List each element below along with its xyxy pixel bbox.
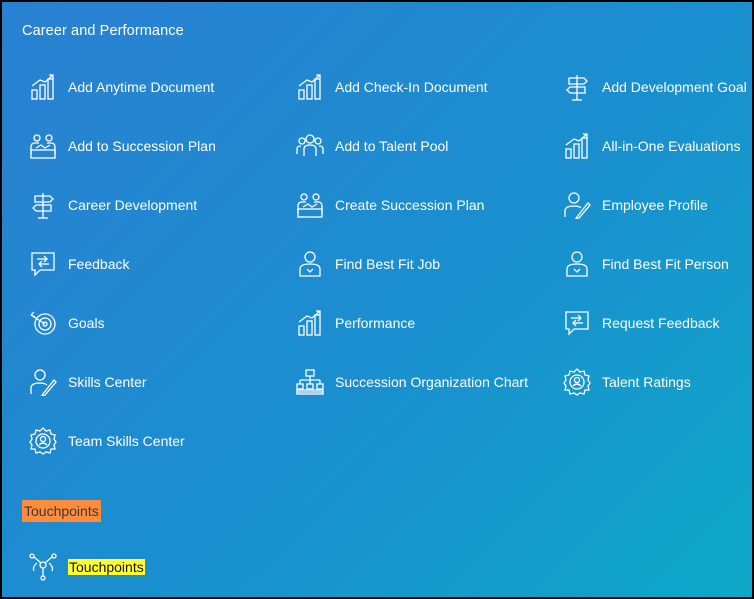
career-performance-panel: Career and Performance Add Anytime Docum…: [0, 0, 754, 599]
item-label: Request Feedback: [602, 315, 720, 331]
team-skills-center-link[interactable]: Team Skills Center: [29, 424, 185, 458]
handshake-icon: [29, 132, 57, 160]
person-pen-icon: [29, 368, 57, 396]
goals-link[interactable]: Goals: [29, 306, 105, 340]
item-label: Succession Organization Chart: [335, 374, 528, 390]
person-badge-icon: [563, 250, 591, 278]
find-best-fit-person-link[interactable]: Find Best Fit Person: [563, 247, 729, 281]
talent-ratings-link[interactable]: Talent Ratings: [563, 365, 691, 399]
employee-profile-link[interactable]: Employee Profile: [563, 188, 708, 222]
find-best-fit-job-link[interactable]: Find Best Fit Job: [296, 247, 440, 281]
item-label: Talent Ratings: [602, 374, 691, 390]
touchpoints-link[interactable]: Touchpoints: [29, 550, 145, 584]
target-icon: [29, 309, 57, 337]
bar-chart-icon: [563, 132, 591, 160]
bar-chart-icon: [29, 73, 57, 101]
badge-gear-icon: [29, 427, 57, 455]
add-to-talent-pool-link[interactable]: Add to Talent Pool: [296, 129, 448, 163]
skills-center-link[interactable]: Skills Center: [29, 365, 147, 399]
item-label: Add Check-In Document: [335, 79, 488, 95]
item-label: Feedback: [68, 256, 130, 272]
item-label: Touchpoints: [68, 559, 145, 575]
item-label: Add to Succession Plan: [68, 138, 216, 154]
item-label: Find Best Fit Person: [602, 256, 729, 272]
career-development-link[interactable]: Career Development: [29, 188, 197, 222]
item-label: Add Development Goal: [602, 79, 747, 95]
feedback-icon: [29, 250, 57, 278]
item-label: Add Anytime Document: [68, 79, 215, 95]
item-label: Team Skills Center: [68, 433, 185, 449]
add-anytime-document-link[interactable]: Add Anytime Document: [29, 70, 214, 104]
add-development-goal-link[interactable]: Add Development Goal: [563, 70, 747, 104]
touchpoints-heading: Touchpoints: [22, 500, 101, 522]
network-icon: [29, 553, 57, 581]
feedback-link[interactable]: Feedback: [29, 247, 129, 281]
all-in-one-evaluations-link[interactable]: All-in-One Evaluations: [563, 129, 741, 163]
request-feedback-link[interactable]: Request Feedback: [563, 306, 720, 340]
create-succession-plan-link[interactable]: Create Succession Plan: [296, 188, 484, 222]
item-label: Employee Profile: [602, 197, 708, 213]
group-icon: [296, 132, 324, 160]
performance-link[interactable]: Performance: [296, 306, 415, 340]
add-check-in-document-link[interactable]: Add Check-In Document: [296, 70, 488, 104]
badge-gear-icon: [563, 368, 591, 396]
person-pen-icon: [563, 191, 591, 219]
item-label: Skills Center: [68, 374, 147, 390]
add-to-succession-plan-link[interactable]: Add to Succession Plan: [29, 129, 216, 163]
bar-chart-icon: [296, 73, 324, 101]
succession-organization-chart-link[interactable]: Succession Organization Chart: [296, 365, 528, 399]
org-chart-icon: [296, 368, 324, 396]
item-label: Find Best Fit Job: [335, 256, 441, 272]
item-label: All-in-One Evaluations: [602, 138, 741, 154]
signpost-icon: [29, 191, 57, 219]
item-label: Add to Talent Pool: [335, 138, 449, 154]
section-title: Career and Performance: [22, 23, 184, 39]
bar-chart-icon: [296, 309, 324, 337]
handshake-icon: [296, 191, 324, 219]
feedback-icon: [563, 309, 591, 337]
item-label: Career Development: [68, 197, 198, 213]
item-label: Performance: [335, 315, 416, 331]
item-label: Goals: [68, 315, 105, 331]
signpost-icon: [563, 73, 591, 101]
person-badge-icon: [296, 250, 324, 278]
item-label: Create Succession Plan: [335, 197, 485, 213]
